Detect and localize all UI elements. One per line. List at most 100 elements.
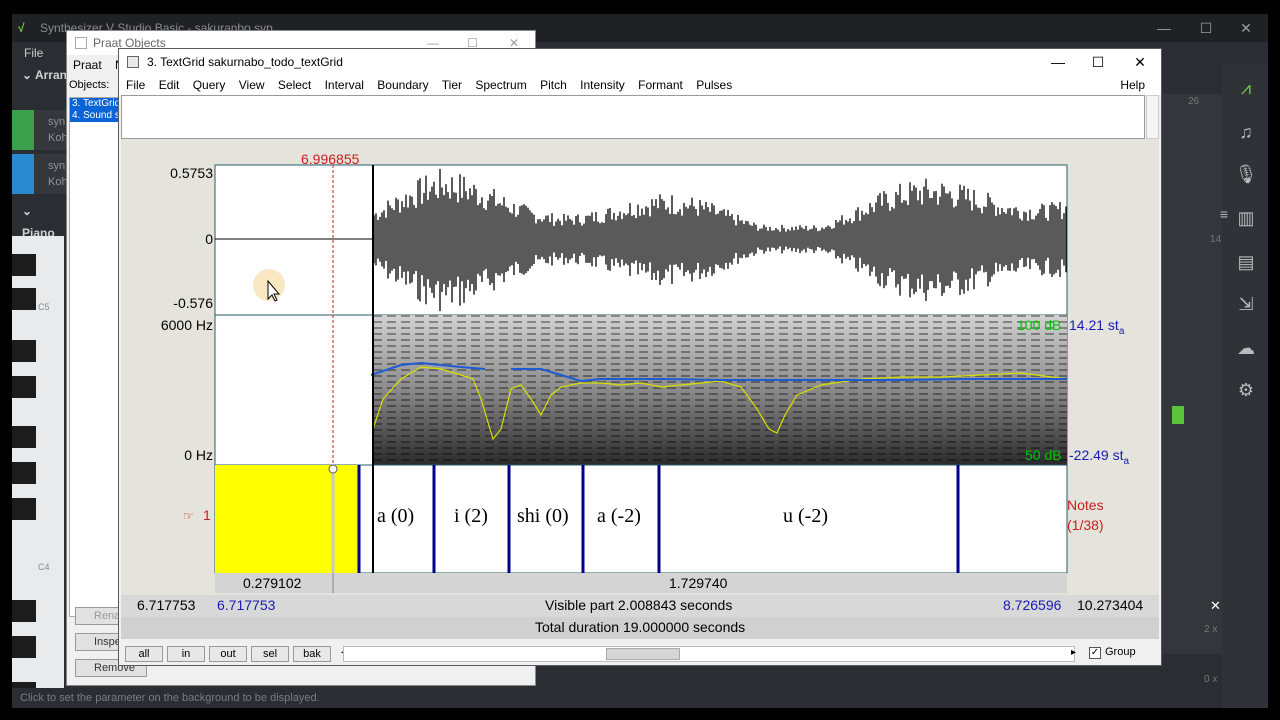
green-note-block[interactable] xyxy=(1172,406,1184,424)
zoom-out-button[interactable]: out xyxy=(209,646,247,662)
menu-boundary[interactable]: Boundary xyxy=(377,78,428,92)
objects-list[interactable]: 3. TextGrid 4. Sound sa xyxy=(69,97,121,617)
piano-black-key[interactable] xyxy=(12,600,36,622)
interval-label-shi[interactable]: shi (0) xyxy=(517,505,569,528)
piano-black-key[interactable] xyxy=(12,498,36,520)
window-icon xyxy=(75,37,87,49)
menu-select[interactable]: Select xyxy=(278,78,311,92)
track-2-color-strip xyxy=(12,154,34,194)
piano-black-key[interactable] xyxy=(12,340,36,362)
piano-keyboard[interactable]: C5 C4 xyxy=(12,236,64,708)
cursor-time-label: 6.996855 xyxy=(301,151,360,167)
pitch-min-label: -22.49 sta xyxy=(1069,447,1129,467)
piano-black-key[interactable] xyxy=(12,376,36,398)
piano-black-key[interactable] xyxy=(12,254,36,276)
maximize-icon[interactable]: ☐ xyxy=(1077,49,1119,75)
microphone-icon[interactable]: 🎙 xyxy=(1234,162,1258,186)
music-note-icon[interactable]: ♫ xyxy=(1234,120,1258,144)
track-1-color-strip xyxy=(12,110,34,150)
close-icon[interactable]: ✕ xyxy=(1210,598,1221,614)
maximize-icon[interactable]: ☐ xyxy=(1186,14,1226,42)
selected-interval[interactable] xyxy=(215,465,358,573)
library-icon[interactable]: ▥ xyxy=(1234,206,1258,230)
signal-display-svg[interactable] xyxy=(121,139,1159,639)
piano-black-key[interactable] xyxy=(12,462,36,484)
minimize-icon[interactable]: — xyxy=(1144,14,1184,42)
selection-duration-label[interactable]: 0.279102 xyxy=(243,575,301,591)
menu-interval[interactable]: Interval xyxy=(325,78,364,92)
synth-logo-icon[interactable]: ⩘ xyxy=(1234,76,1258,100)
duration-bar[interactable] xyxy=(215,573,1067,593)
menu-file[interactable]: File xyxy=(126,78,145,92)
visible-end-label[interactable]: 8.726596 xyxy=(1003,597,1061,613)
piano-black-key[interactable] xyxy=(12,288,36,310)
interval-label-a2[interactable]: a (-2) xyxy=(597,505,641,528)
menu-intensity[interactable]: Intensity xyxy=(580,78,625,92)
key-label-c4: C4 xyxy=(38,562,50,572)
menu-formant[interactable]: Formant xyxy=(638,78,683,92)
visible-part-label[interactable]: Visible part 2.008843 seconds xyxy=(545,597,732,613)
menu-praat[interactable]: Praat xyxy=(73,58,102,72)
interval-label-u[interactable]: u (-2) xyxy=(783,505,828,528)
close-icon[interactable]: ✕ xyxy=(1119,49,1161,75)
minimize-icon[interactable]: — xyxy=(1037,49,1079,75)
visible-start-label[interactable]: 6.717753 xyxy=(217,597,275,613)
horizontal-scrollbar[interactable] xyxy=(343,646,1075,662)
zoom-sel-button[interactable]: sel xyxy=(251,646,289,662)
zoom-back-button[interactable]: bak xyxy=(293,646,331,662)
arrangement-section-header[interactable]: ⌄ Arran xyxy=(12,64,68,86)
interval-label-a[interactable]: a (0) xyxy=(377,505,414,528)
synth-piano-roll[interactable]: 26 14 ✕ 2 x xyxy=(1158,94,1222,654)
menu-edit[interactable]: Edit xyxy=(159,78,180,92)
list-item[interactable]: 3. TextGrid xyxy=(70,98,120,110)
piano-section-header[interactable]: ⌄ Piano xyxy=(12,200,68,240)
selection-handle[interactable] xyxy=(328,464,338,474)
menu-query[interactable]: Query xyxy=(193,78,226,92)
cloud-icon[interactable]: ☁ xyxy=(1234,336,1258,360)
waveform-panel[interactable] xyxy=(214,164,1068,316)
zoom-all-button[interactable]: all xyxy=(125,646,163,662)
menu-icon[interactable]: ≡ xyxy=(1212,202,1236,226)
total-duration-label[interactable]: Total duration 19.000000 seconds xyxy=(535,619,745,635)
interval-text-field[interactable] xyxy=(121,95,1145,139)
close-icon[interactable]: ✕ xyxy=(1226,14,1266,42)
tier-name[interactable]: Notes xyxy=(1067,497,1104,513)
group-checkbox[interactable]: ✓ xyxy=(1089,647,1101,659)
track-1[interactable]: syn Koh xyxy=(12,110,68,150)
export-icon[interactable]: ⇲ xyxy=(1234,292,1258,316)
pitch-min-value: -22.49 st xyxy=(1069,447,1124,463)
zoom-2x-label: 2 x xyxy=(1204,624,1218,635)
zoom-in-button[interactable]: in xyxy=(167,646,205,662)
menu-tier[interactable]: Tier xyxy=(442,78,462,92)
menu-pulses[interactable]: Pulses xyxy=(696,78,732,92)
piano-black-key[interactable] xyxy=(12,636,36,658)
total-start-label[interactable]: 6.717753 xyxy=(137,597,195,613)
remaining-duration-label[interactable]: 1.729740 xyxy=(669,575,727,591)
list-item[interactable]: 4. Sound sa xyxy=(70,110,120,122)
spectrogram-min-label: 0 Hz xyxy=(184,447,213,463)
textgrid-menu-bar: File Edit Query View Select Interval Bou… xyxy=(119,75,1161,95)
tier-pointer-icon: ☞ xyxy=(183,509,194,523)
track-2[interactable]: syn Koh xyxy=(12,154,68,194)
synth-right-toolbar: ⩘ ♫ 🎙 ≡ ▥ ▤ ⇲ ☁ ⚙ xyxy=(1220,64,1268,708)
chevron-down-icon: ⌄ xyxy=(22,68,35,82)
menu-spectrum[interactable]: Spectrum xyxy=(475,78,526,92)
text-field-scrollbar[interactable] xyxy=(1146,95,1159,139)
settings-gear-icon[interactable]: ⚙ xyxy=(1234,378,1258,402)
scroll-right-icon[interactable]: ▸ xyxy=(1071,647,1076,658)
pitch-max-sub: a xyxy=(1118,325,1125,337)
intensity-max-label: 100 dB xyxy=(1017,317,1062,333)
waveform-max-label: 0.5753 xyxy=(170,165,213,181)
menu-pitch[interactable]: Pitch xyxy=(540,78,567,92)
notebook-icon[interactable]: ▤ xyxy=(1234,250,1258,274)
textgrid-display-area[interactable]: 6.996855 0.5753 0 -0.576 6000 Hz 0 Hz 10… xyxy=(121,139,1159,639)
menu-help[interactable]: Help xyxy=(1120,75,1145,95)
synth-menu-file[interactable]: File xyxy=(24,46,43,60)
interval-label-i[interactable]: i (2) xyxy=(454,505,488,528)
track-1-name: syn xyxy=(48,116,66,128)
scrollbar-thumb[interactable] xyxy=(606,648,680,660)
menu-view[interactable]: View xyxy=(239,78,265,92)
piano-black-key[interactable] xyxy=(12,426,36,448)
total-end-label[interactable]: 10.273404 xyxy=(1077,597,1143,613)
group-label: Group xyxy=(1105,646,1136,658)
